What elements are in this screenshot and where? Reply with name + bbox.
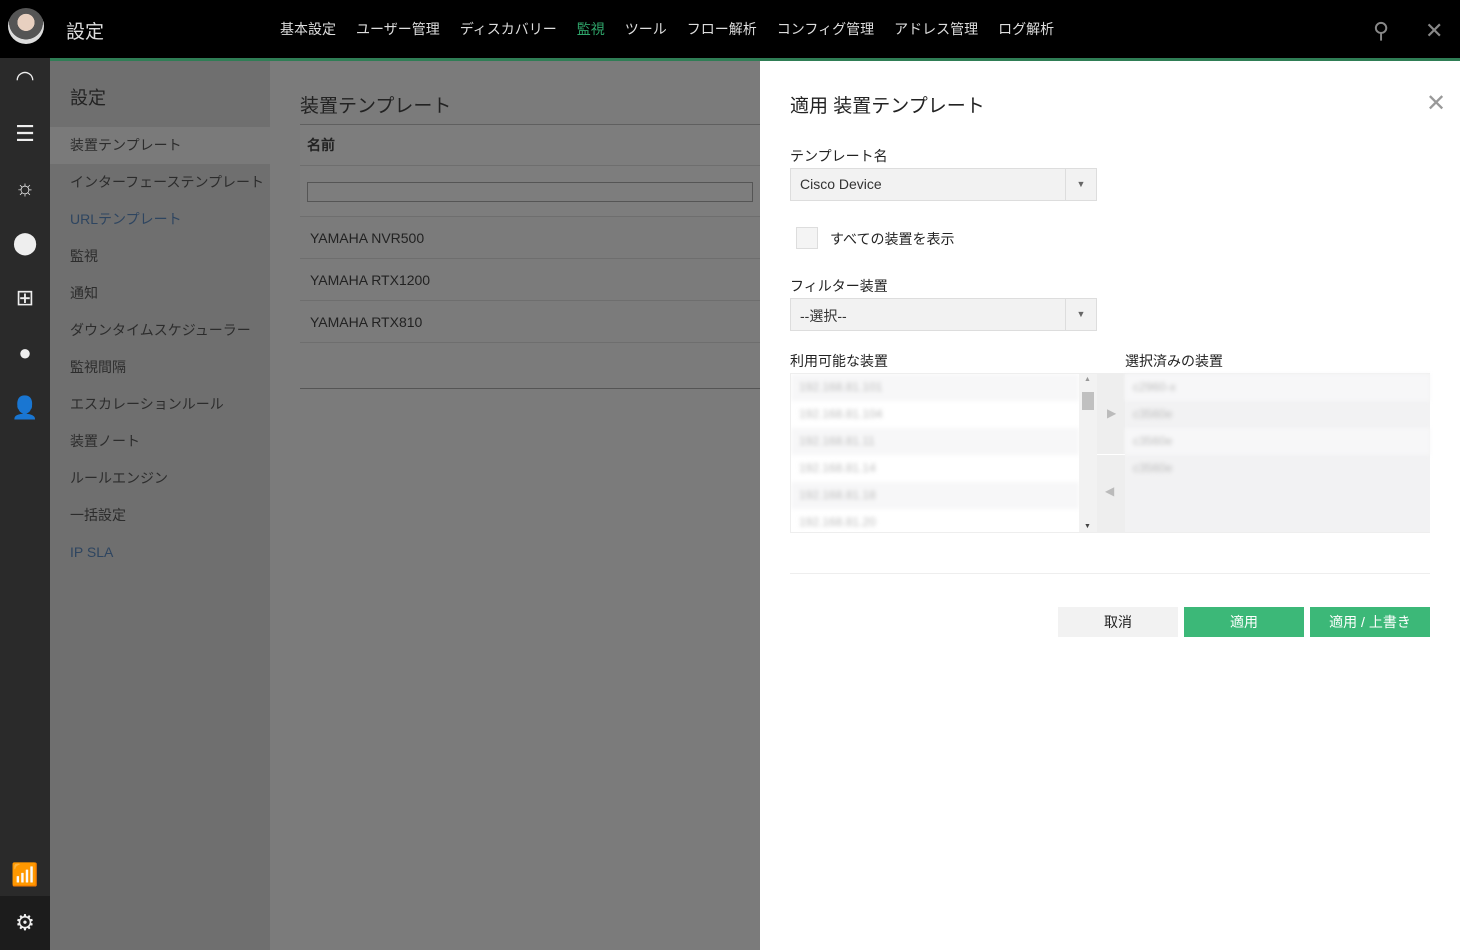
settings-gear-icon[interactable]: ⚙ xyxy=(0,896,50,950)
icon-sidebar: ◠ ☰ ☼ ⬤ ⊞ ● 👤 📶 ⚙ xyxy=(0,58,50,950)
list-item[interactable]: 192.168.81.101 xyxy=(791,374,1079,401)
nav-basic[interactable]: 基本設定 xyxy=(280,19,336,39)
list-item[interactable]: c3560e xyxy=(1125,401,1430,428)
available-list[interactable]: 192.168.81.101 192.168.81.104 192.168.81… xyxy=(791,374,1079,532)
nav-flow[interactable]: フロー解析 xyxy=(687,19,757,39)
scroll-down-icon[interactable]: ▼ xyxy=(1084,523,1091,530)
dashboard-icon[interactable]: ◠ xyxy=(0,66,50,92)
scroll-up-icon[interactable]: ▲ xyxy=(1084,376,1091,383)
table-row[interactable]: YAMAHA RTX1200 xyxy=(300,259,760,301)
apply-button[interactable]: 適用 xyxy=(1184,607,1304,637)
nav-monitoring[interactable]: 監視 xyxy=(577,19,605,39)
move-right-icon[interactable]: ▶ xyxy=(1107,406,1116,420)
sidebar-item-ipsla[interactable]: IP SLA xyxy=(50,534,270,571)
sidebar-item-device-template[interactable]: 装置テンプレート xyxy=(50,127,270,164)
sidebar-item-notification[interactable]: 通知 xyxy=(50,275,270,312)
template-table: 名前 YAMAHA NVR500 YAMAHA RTX1200 YAMAHA R… xyxy=(300,124,760,389)
list-item[interactable]: 192.168.81.104 xyxy=(791,401,1079,428)
table-pagination xyxy=(300,343,760,389)
filter-value: --選択-- xyxy=(800,308,847,324)
search-icon[interactable]: ⚲ xyxy=(1373,18,1389,44)
sidebar-item-escalation[interactable]: エスカレーションルール xyxy=(50,386,270,423)
map-pin-icon[interactable]: ⬤ xyxy=(0,230,50,256)
list-item[interactable]: c3560e xyxy=(1125,428,1430,455)
table-row[interactable]: YAMAHA NVR500 xyxy=(300,217,760,259)
list-item[interactable]: 192.168.81.18 xyxy=(791,482,1079,509)
selected-list[interactable]: c2960-x c3560e c3560e c3560e xyxy=(1125,374,1430,532)
sidebar-item-device-notes[interactable]: 装置ノート xyxy=(50,423,270,460)
template-name-value: Cisco Device xyxy=(800,176,882,192)
sidebar-item-bulk[interactable]: 一括設定 xyxy=(50,497,270,534)
nav-users[interactable]: ユーザー管理 xyxy=(356,19,440,39)
sidebar-item-interface-template[interactable]: インターフェーステンプレート xyxy=(50,164,270,201)
show-all-label: すべての装置を表示 xyxy=(830,231,955,247)
network-icon[interactable]: ⊞ xyxy=(0,285,50,311)
move-left-icon[interactable]: ◀ xyxy=(1105,484,1114,498)
app-title: 設定 xyxy=(66,22,105,43)
alarm-icon[interactable]: ☼ xyxy=(0,175,50,201)
nav-tools[interactable]: ツール xyxy=(625,19,667,39)
content-area: 装置テンプレート 名前 YAMAHA NVR500 YAMAHA RTX1200… xyxy=(270,61,760,950)
filter-label: フィルター装置 xyxy=(790,278,888,294)
list-item[interactable]: c2960-x xyxy=(1125,374,1430,401)
sidebar-item-rule-engine[interactable]: ルールエンジン xyxy=(50,460,270,497)
scroll-thumb[interactable] xyxy=(1082,392,1094,410)
sidebar-item-monitoring[interactable]: 監視 xyxy=(50,238,270,275)
sidebar-item-interval[interactable]: 監視間隔 xyxy=(50,349,270,386)
template-name-label: テンプレート名 xyxy=(790,148,888,164)
template-name-select[interactable]: Cisco Device ▼ xyxy=(790,168,1097,201)
list-item[interactable]: 192.168.81.14 xyxy=(791,455,1079,482)
transfer-buttons: ▶ ◀ xyxy=(1097,374,1125,532)
reports-icon[interactable]: 📶 xyxy=(0,862,50,888)
nav-address[interactable]: アドレス管理 xyxy=(894,19,978,39)
user-icon[interactable]: 👤 xyxy=(0,395,50,421)
nav-config[interactable]: コンフィグ管理 xyxy=(777,19,874,39)
page-title: 装置テンプレート xyxy=(300,96,452,117)
table-row[interactable]: YAMAHA RTX810 xyxy=(300,301,760,343)
show-all-checkbox[interactable] xyxy=(796,227,818,249)
main-nav: 基本設定 ユーザー管理 ディスカバリー 監視 ツール フロー解析 コンフィグ管理… xyxy=(280,19,1054,39)
apply-overwrite-button[interactable]: 適用 / 上書き xyxy=(1310,607,1430,637)
chat-icon[interactable]: ● xyxy=(0,340,50,366)
filter-select[interactable]: --選択-- ▼ xyxy=(790,298,1097,331)
list-item[interactable]: 192.168.81.20 xyxy=(791,509,1079,532)
settings-title: 設定 xyxy=(70,88,106,108)
close-icon[interactable]: ✕ xyxy=(1426,89,1446,118)
scrollbar[interactable]: ▲ ▼ xyxy=(1079,374,1097,532)
device-transfer-list: 192.168.81.101 192.168.81.104 192.168.81… xyxy=(790,373,1430,533)
apply-template-dialog: 適用 装置テンプレート ✕ テンプレート名 Cisco Device ▼ すべての… xyxy=(760,61,1460,950)
chevron-down-icon[interactable]: ▼ xyxy=(1065,299,1096,330)
close-icon[interactable]: ✕ xyxy=(1425,18,1443,44)
column-header-name[interactable]: 名前 xyxy=(300,125,760,166)
top-bar: 設定 基本設定 ユーザー管理 ディスカバリー 監視 ツール フロー解析 コンフィ… xyxy=(0,0,1460,58)
nav-discovery[interactable]: ディスカバリー xyxy=(460,19,557,39)
cancel-button[interactable]: 取消 xyxy=(1058,607,1178,637)
list-item[interactable]: c3560e xyxy=(1125,455,1430,482)
avatar[interactable] xyxy=(8,8,44,44)
nav-log[interactable]: ログ解析 xyxy=(998,19,1054,39)
divider xyxy=(790,573,1430,574)
chevron-down-icon[interactable]: ▼ xyxy=(1065,169,1096,200)
settings-sidebar: 設定 装置テンプレート インターフェーステンプレート URLテンプレート 監視 … xyxy=(50,61,270,950)
sidebar-item-url-template[interactable]: URLテンプレート xyxy=(50,201,270,238)
selected-label: 選択済みの装置 xyxy=(1125,353,1223,369)
name-filter-input[interactable] xyxy=(307,182,753,202)
sidebar-item-downtime[interactable]: ダウンタイムスケジューラー xyxy=(50,312,270,349)
available-label: 利用可能な装置 xyxy=(790,353,888,369)
list-item[interactable]: 192.168.81.11 xyxy=(791,428,1079,455)
inventory-icon[interactable]: ☰ xyxy=(0,121,50,147)
dialog-title: 適用 装置テンプレート xyxy=(790,96,985,117)
